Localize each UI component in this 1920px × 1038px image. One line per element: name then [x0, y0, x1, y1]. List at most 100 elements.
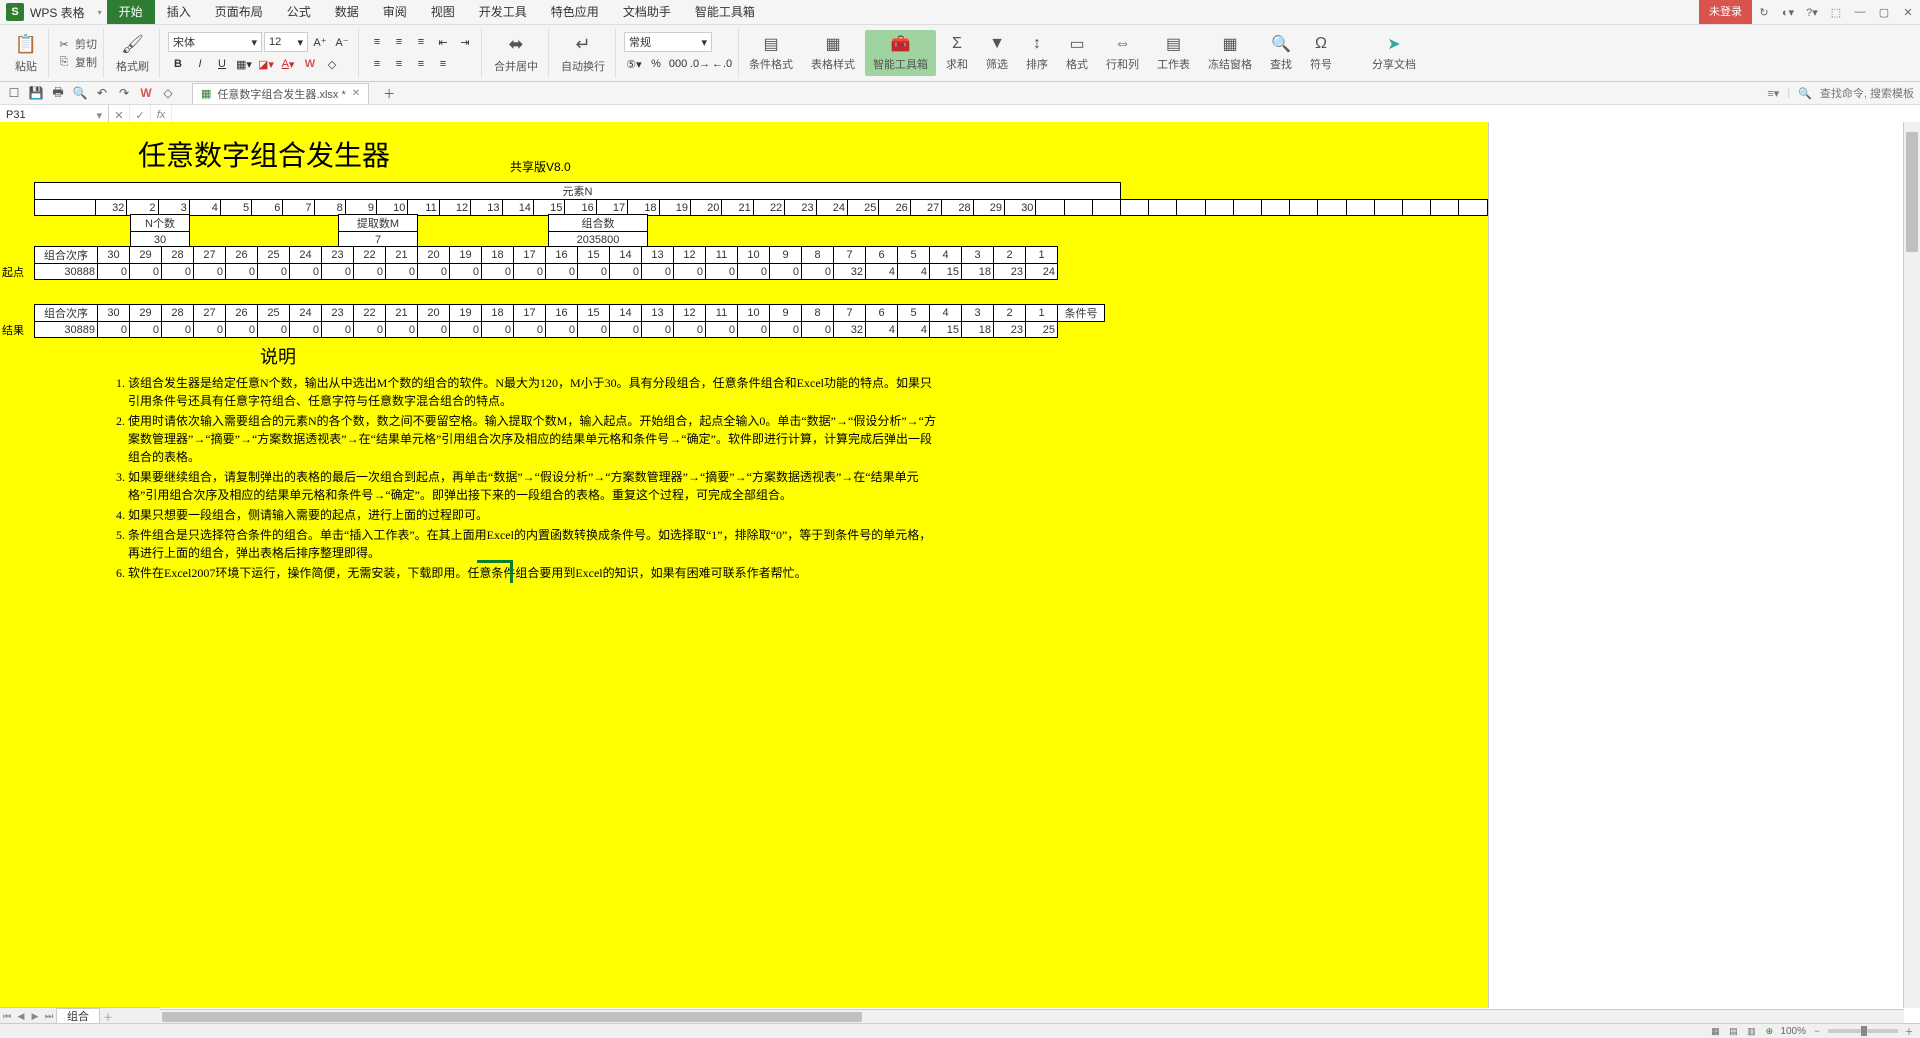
align-left-button[interactable]: ≡: [367, 54, 387, 74]
close-icon[interactable]: ✕: [1896, 0, 1920, 24]
justify-button[interactable]: ≡: [433, 54, 453, 74]
paste-button[interactable]: 📋粘贴: [10, 32, 42, 74]
menu-smart-tools[interactable]: 智能工具箱: [683, 0, 767, 24]
minimize-icon[interactable]: —: [1848, 0, 1872, 24]
share-button[interactable]: ➤分享文档: [1364, 34, 1424, 72]
zoom-in-button[interactable]: ＋: [1902, 1025, 1916, 1037]
sheet-button[interactable]: ▤工作表: [1149, 34, 1198, 72]
cond-format-button[interactable]: ▤条件格式: [741, 34, 801, 72]
underline-button[interactable]: U: [212, 54, 232, 74]
worksheet-canvas[interactable]: 任意数字组合发生器 共享版V8.0 元素N 322345678910111213…: [0, 122, 1489, 1008]
indent-inc-button[interactable]: ⇥: [455, 32, 475, 52]
horizontal-scrollbar[interactable]: [160, 1009, 1904, 1024]
redo-icon[interactable]: ↷: [116, 85, 132, 101]
italic-button[interactable]: I: [190, 54, 210, 74]
indent-dec-button[interactable]: ⇤: [433, 32, 453, 52]
view-normal-icon[interactable]: ▦: [1708, 1025, 1722, 1037]
format-button[interactable]: ▭格式: [1058, 34, 1096, 72]
zoom-out-button[interactable]: −: [1810, 1025, 1824, 1037]
align-top-button[interactable]: ≡: [367, 32, 387, 52]
fill-color-button[interactable]: ◪▾: [256, 54, 276, 74]
sum-button[interactable]: Σ求和: [938, 34, 976, 72]
format-painter-button[interactable]: 🖌格式刷: [112, 32, 153, 74]
login-button[interactable]: 未登录: [1699, 0, 1752, 24]
print-icon[interactable]: 🖶: [50, 85, 66, 101]
menu-review[interactable]: 审阅: [371, 0, 419, 24]
menu-page-layout[interactable]: 页面布局: [203, 0, 275, 24]
app-menu-drop[interactable]: ▾: [93, 5, 107, 19]
menu-doc-helper[interactable]: 文档助手: [611, 0, 683, 24]
menu-special[interactable]: 特色应用: [539, 0, 611, 24]
clear-format-button[interactable]: ◇: [322, 54, 342, 74]
align-mid-button[interactable]: ≡: [389, 32, 409, 52]
print-preview-icon[interactable]: 🔍: [72, 85, 88, 101]
align-center-button[interactable]: ≡: [389, 54, 409, 74]
view-break-icon[interactable]: ▥: [1744, 1025, 1758, 1037]
dec-inc-button[interactable]: .0→: [690, 54, 710, 74]
menu-formula[interactable]: 公式: [275, 0, 323, 24]
help-icon[interactable]: ?▾: [1800, 0, 1824, 24]
ribbon-toggle-icon[interactable]: ⬚: [1824, 0, 1848, 24]
wps-w-icon[interactable]: W: [138, 85, 154, 101]
cut-button[interactable]: ✂剪切: [57, 35, 97, 53]
percent-button[interactable]: %: [646, 54, 666, 74]
view-page-icon[interactable]: ▤: [1726, 1025, 1740, 1037]
tab-list-icon[interactable]: ≡▾: [1767, 87, 1779, 100]
zoom-slider[interactable]: [1828, 1029, 1898, 1033]
sync-icon[interactable]: ↻: [1752, 0, 1776, 24]
sort-button[interactable]: ↕排序: [1018, 34, 1056, 72]
copy-button[interactable]: ⎘复制: [57, 53, 97, 71]
undo-icon[interactable]: ↶: [94, 85, 110, 101]
rowcol-button[interactable]: ⇔行和列: [1098, 34, 1147, 72]
menu-insert[interactable]: 插入: [155, 0, 203, 24]
find-button[interactable]: 🔍查找: [1262, 34, 1300, 72]
sheet-tab[interactable]: 组合: [56, 1008, 100, 1025]
align-bot-button[interactable]: ≡: [411, 32, 431, 52]
font-size-select[interactable]: 12▾: [264, 32, 308, 52]
shrink-font-button[interactable]: A⁻: [332, 32, 352, 52]
wrap-button[interactable]: ↵自动换行: [557, 32, 609, 74]
reading-mode-icon[interactable]: ⊕: [1762, 1025, 1776, 1037]
sheet-nav-next[interactable]: ▶: [28, 1009, 42, 1023]
filter-button[interactable]: ▼筛选: [978, 34, 1016, 72]
clear-icon[interactable]: ◇: [160, 85, 176, 101]
add-sheet-button[interactable]: ＋: [100, 1009, 116, 1024]
document-tab[interactable]: ▦ 任意数字组合发生器.xlsx * ✕: [192, 83, 369, 104]
comma-button[interactable]: 000: [668, 54, 688, 74]
menu-data[interactable]: 数据: [323, 0, 371, 24]
font-color-button[interactable]: A▾: [278, 54, 298, 74]
sheet-nav-prev[interactable]: ◀: [14, 1009, 28, 1023]
align-right-button[interactable]: ≡: [411, 54, 431, 74]
merge-button[interactable]: ⬌合并居中: [490, 32, 542, 74]
currency-button[interactable]: ⑤▾: [624, 54, 644, 74]
search-placeholder[interactable]: 查找命令, 搜索模板: [1820, 85, 1914, 101]
add-tab-button[interactable]: ＋: [381, 85, 397, 101]
maximize-icon[interactable]: ▢: [1872, 0, 1896, 24]
wps-cloud-button[interactable]: W: [300, 54, 320, 74]
freeze-button[interactable]: ▦冻结窗格: [1200, 34, 1260, 72]
bold-button[interactable]: B: [168, 54, 188, 74]
h-scroll-thumb[interactable]: [162, 1012, 862, 1022]
symbol-button[interactable]: Ω符号: [1302, 34, 1340, 72]
dec-dec-button[interactable]: ←.0: [712, 54, 732, 74]
new-icon[interactable]: ☐: [6, 85, 22, 101]
v-scroll-thumb[interactable]: [1906, 132, 1918, 252]
table-style-button[interactable]: ▦表格样式: [803, 34, 863, 72]
grid-area[interactable]: 任意数字组合发生器 共享版V8.0 元素N 322345678910111213…: [0, 122, 1904, 1008]
save-icon[interactable]: 💾: [28, 85, 44, 101]
menu-dev[interactable]: 开发工具: [467, 0, 539, 24]
sheet-nav-first[interactable]: ⏮: [0, 1009, 14, 1023]
search-icon[interactable]: 🔍: [1798, 87, 1812, 100]
border-button[interactable]: ▦▾: [234, 54, 254, 74]
font-name-select[interactable]: 宋体▾: [168, 32, 262, 52]
skin-icon[interactable]: ◐▾: [1776, 0, 1800, 24]
menu-view[interactable]: 视图: [419, 0, 467, 24]
menu-start[interactable]: 开始: [107, 0, 155, 24]
vertical-scrollbar[interactable]: [1903, 122, 1920, 1008]
sheet-nav-last[interactable]: ⏭: [42, 1009, 56, 1023]
smart-toolbox-button[interactable]: 🧰智能工具箱: [865, 30, 936, 76]
tab-close-icon[interactable]: ✕: [352, 88, 360, 99]
share-icon: ➤: [1384, 34, 1404, 54]
grow-font-button[interactable]: A⁺: [310, 32, 330, 52]
number-format-select[interactable]: 常规▾: [624, 32, 712, 52]
